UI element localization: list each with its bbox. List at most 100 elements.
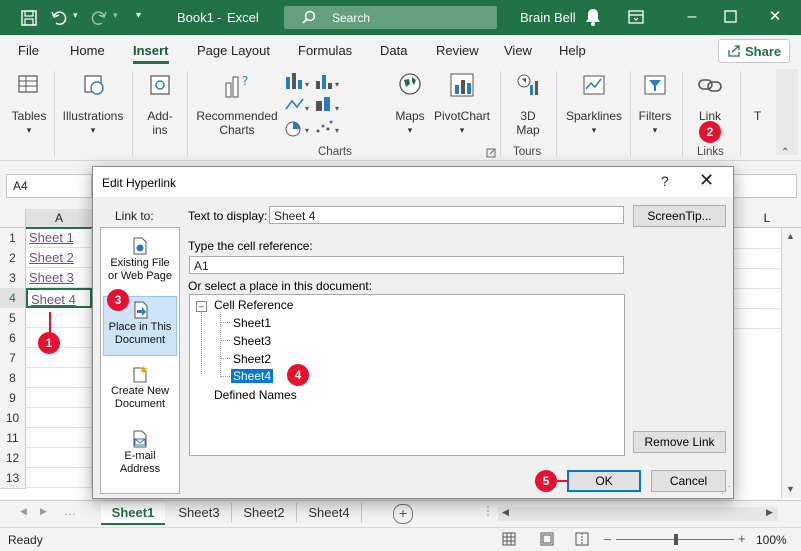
cell-a13[interactable]	[26, 468, 92, 488]
tab-formulas[interactable]: Formulas	[298, 43, 352, 58]
hyperlink-sheet-2[interactable]: Sheet 2	[29, 250, 74, 265]
ribbon-scroll[interactable]	[776, 69, 798, 155]
search-box[interactable]: Search	[284, 6, 497, 29]
new-sheet-button[interactable]: +	[393, 504, 413, 524]
close-window-icon[interactable]: ✕	[763, 6, 787, 28]
dialog-launcher-icon[interactable]	[486, 148, 496, 158]
minimize-icon[interactable]: –	[680, 6, 704, 28]
addins-button[interactable]: Add- ins	[138, 69, 182, 143]
page-break-view-icon[interactable]	[575, 532, 589, 546]
cell-a2[interactable]: Sheet 2	[26, 248, 92, 268]
row-header[interactable]: 9	[0, 388, 26, 409]
row-header[interactable]: 4	[0, 288, 26, 309]
cell-a3[interactable]: Sheet 3	[26, 268, 92, 288]
cell-a12[interactable]	[26, 448, 92, 468]
link-option-create-new[interactable]: ✱ Create New Document	[103, 361, 177, 421]
ribbon-display-icon[interactable]	[627, 8, 645, 26]
name-box[interactable]: A4	[6, 174, 92, 198]
row-header[interactable]: 10	[0, 408, 26, 429]
zoom-level[interactable]: 100%	[756, 533, 787, 547]
resize-grip-icon[interactable]: ⋰	[721, 485, 731, 496]
sheet-tab-sheet1[interactable]: Sheet1	[101, 503, 165, 525]
close-icon[interactable]: ✕	[699, 170, 714, 191]
row-header[interactable]: 11	[0, 428, 26, 449]
tree-node-sheet[interactable]: Sheet2	[233, 352, 271, 366]
redo-icon[interactable]	[90, 9, 108, 27]
sheet-tab-sheet4[interactable]: Sheet4	[297, 503, 362, 523]
bell-icon[interactable]	[583, 7, 603, 27]
hyperlink-sheet-3[interactable]: Sheet 3	[29, 270, 74, 285]
text-group-label[interactable]: T	[754, 109, 761, 123]
tree-node-defined-names[interactable]: Defined Names	[214, 388, 297, 402]
hyperlink-sheet-1[interactable]: Sheet 1	[29, 230, 74, 245]
filters-button[interactable]: Filters ▾	[634, 69, 676, 143]
collapse-node-icon[interactable]: –	[196, 301, 207, 312]
customize-qat-icon[interactable]: ▾	[136, 10, 141, 21]
maps-button[interactable]: Maps ▾	[390, 69, 430, 143]
tab-home[interactable]: Home	[70, 43, 105, 58]
recommended-charts-button[interactable]: ? Recommended Charts	[194, 69, 280, 143]
scroll-left-icon[interactable]: ◀	[502, 507, 509, 518]
illustrations-button[interactable]: Illustrations ▾	[60, 69, 126, 143]
vertical-scrollbar[interactable]	[781, 228, 801, 498]
cell-reference-input[interactable]: A1	[189, 256, 624, 274]
tab-view[interactable]: View	[504, 43, 532, 58]
cell-a8[interactable]	[26, 368, 92, 388]
user-name[interactable]: Brain Bell	[520, 10, 576, 25]
collapse-ribbon-icon[interactable]: ⌃	[781, 147, 789, 158]
ok-button[interactable]: OK	[567, 470, 641, 492]
pivotchart-button[interactable]: PivotChart ▾	[432, 69, 492, 143]
tree-node-sheet[interactable]: Sheet1	[233, 316, 271, 330]
select-all-corner[interactable]	[0, 209, 26, 228]
row-header[interactable]: 7	[0, 348, 26, 369]
cell-a7[interactable]	[26, 348, 92, 368]
tab-file[interactable]: File	[18, 43, 39, 58]
cell-a10[interactable]	[26, 408, 92, 428]
tab-insert[interactable]: Insert	[133, 43, 168, 58]
undo-dropdown-icon[interactable]: ▾	[73, 10, 78, 21]
help-icon[interactable]: ?	[661, 173, 669, 189]
prev-sheet-icon[interactable]: ◀	[20, 506, 27, 517]
sheet-tab-sheet2[interactable]: Sheet2	[232, 503, 297, 523]
link-option-existing-file[interactable]: Existing File or Web Page	[103, 233, 177, 293]
share-button[interactable]: Share	[718, 39, 790, 63]
scroll-down-icon[interactable]: ▼	[786, 484, 795, 494]
maximize-icon[interactable]	[724, 10, 737, 23]
3d-map-button[interactable]: 3D Map	[506, 69, 550, 143]
formula-input[interactable]	[733, 174, 797, 198]
zoom-out-icon[interactable]: –	[604, 531, 611, 546]
row-header[interactable]: 12	[0, 448, 26, 469]
tables-button[interactable]: Tables ▾	[5, 69, 51, 143]
cell-a5[interactable]	[26, 308, 92, 328]
cancel-button[interactable]: Cancel	[651, 470, 726, 492]
horizontal-scrollbar[interactable]	[498, 507, 778, 521]
zoom-in-icon[interactable]: +	[738, 531, 746, 546]
tree-node-sheet-selected[interactable]: Sheet4	[231, 369, 274, 383]
redo-dropdown-icon[interactable]: ▾	[113, 10, 118, 21]
row-header[interactable]: 13	[0, 468, 26, 489]
row-header[interactable]: 6	[0, 328, 26, 349]
row-header[interactable]: 5	[0, 308, 26, 329]
sparklines-button[interactable]: Sparklines ▾	[562, 69, 626, 143]
normal-view-icon[interactable]	[502, 532, 516, 546]
column-header-l[interactable]: L	[733, 209, 801, 228]
column-header-a[interactable]: A	[26, 209, 92, 229]
cell-a1[interactable]: Sheet 1	[26, 228, 92, 248]
hyperlink-sheet-4[interactable]: Sheet 4	[31, 292, 76, 307]
chart-type-icons[interactable]: ▾ ▾ ▾ ▾ ▾ ▾	[284, 71, 344, 141]
row-header[interactable]: 1	[0, 228, 26, 249]
save-icon[interactable]	[20, 9, 38, 27]
more-sheets-icon[interactable]: …	[64, 504, 76, 518]
page-layout-view-icon[interactable]	[540, 532, 554, 546]
link-option-email[interactable]: E-mail Address	[103, 426, 177, 486]
zoom-slider-thumb[interactable]	[674, 534, 678, 545]
row-header[interactable]: 8	[0, 368, 26, 389]
screentip-button[interactable]: ScreenTip...	[633, 205, 726, 227]
sheet-tab-sheet3[interactable]: Sheet3	[167, 503, 232, 523]
tab-data[interactable]: Data	[380, 43, 407, 58]
tree-node-sheet[interactable]: Sheet3	[233, 334, 271, 348]
cell-a4-selected[interactable]: Sheet 4	[26, 288, 92, 308]
scroll-right-icon[interactable]: ▶	[766, 507, 773, 518]
row-header[interactable]: 3	[0, 268, 26, 289]
scroll-up-icon[interactable]: ▲	[786, 231, 795, 241]
